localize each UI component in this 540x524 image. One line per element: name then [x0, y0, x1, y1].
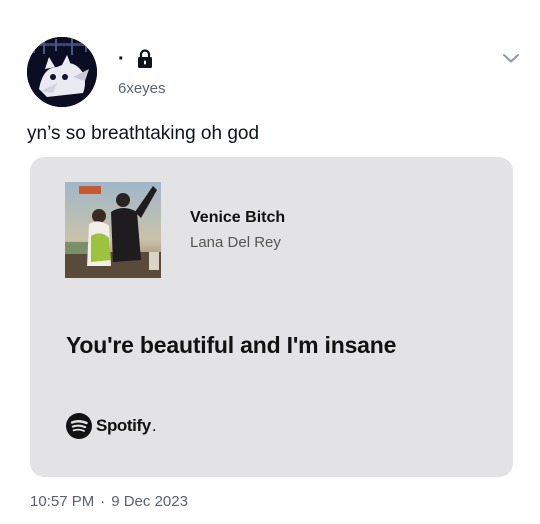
spotify-wordmark-mark: .	[151, 416, 157, 435]
tweet-timestamp[interactable]: 10:57 PM · 9 Dec 2023	[30, 493, 188, 510]
display-name[interactable]: ·	[118, 49, 125, 69]
chevron-down-icon[interactable]	[499, 46, 523, 70]
track-title: Venice Bitch	[190, 209, 286, 226]
spotify-lyric-card[interactable]: Venice Bitch Lana Del Rey You're beautif…	[30, 157, 513, 477]
tweet: · 6xeyes yn’s so breathtaking oh god Ven…	[0, 0, 540, 524]
tweet-date: 9 Dec 2023	[111, 493, 188, 510]
lyric-text: You're beautiful and I'm insane	[66, 332, 397, 358]
name-row: ·	[118, 48, 153, 70]
avatar[interactable]	[27, 37, 97, 107]
tweet-time: 10:57 PM	[30, 493, 95, 510]
meta-separator: ·	[100, 493, 106, 510]
spotify-wordmark: Spotify	[96, 416, 151, 435]
lock-icon	[137, 49, 153, 69]
spotify-logo: Spotify .	[66, 413, 157, 439]
tweet-text: yn’s so breathtaking oh god	[27, 123, 260, 144]
track-artist: Lana Del Rey	[190, 234, 281, 251]
album-cover	[65, 182, 161, 278]
user-handle[interactable]: 6xeyes	[118, 80, 166, 97]
spotify-icon	[66, 413, 92, 439]
avatar-image	[27, 37, 97, 107]
